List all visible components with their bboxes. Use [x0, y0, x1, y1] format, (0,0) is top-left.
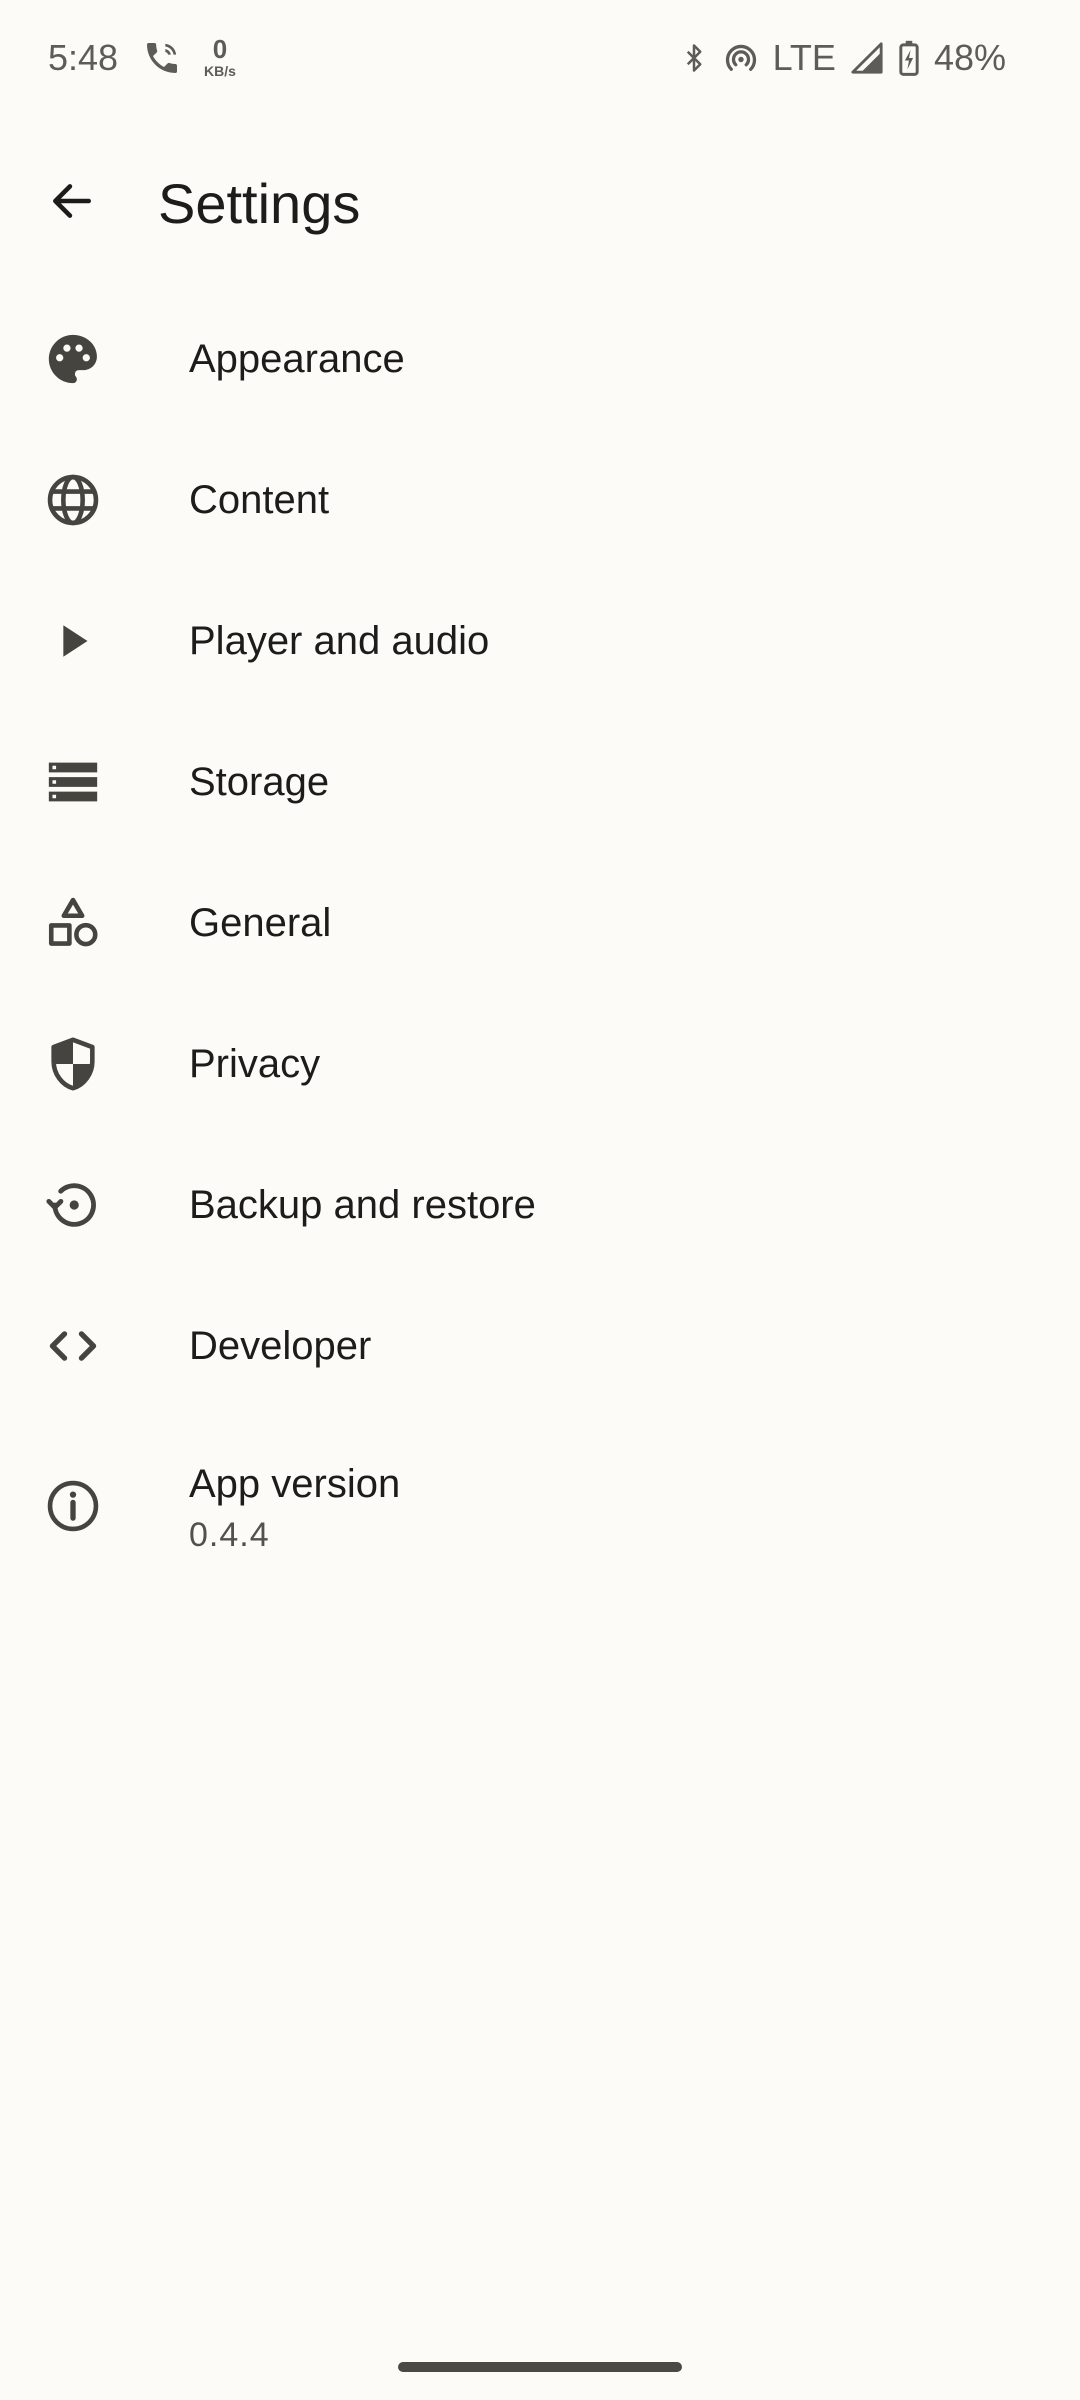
code-icon [40, 1313, 106, 1379]
net-speed-indicator: 0 KB/s [204, 34, 236, 79]
restore-icon [40, 1172, 106, 1238]
signal-icon [850, 41, 884, 75]
settings-item-label: Privacy [189, 1041, 321, 1086]
settings-item-label: Appearance [189, 336, 405, 381]
status-bar: 5:48 0 KB/s LTE 48% [0, 0, 1080, 118]
settings-item-general[interactable]: General [0, 852, 1080, 993]
settings-item-label: Backup and restore [189, 1182, 536, 1227]
arrow-back-icon [47, 176, 97, 231]
wifi-call-icon [142, 38, 182, 78]
gesture-nav-handle[interactable] [398, 2362, 682, 2372]
hotspot-icon [723, 40, 759, 76]
settings-item-label: Player and audio [189, 618, 490, 663]
settings-item-label: Developer [189, 1323, 372, 1368]
back-button[interactable] [24, 171, 120, 235]
battery-percent: 48% [933, 37, 1006, 78]
battery-charging-icon [898, 40, 920, 76]
settings-item-developer[interactable]: Developer [0, 1275, 1080, 1416]
settings-list: Appearance Content Player and audio Stor… [0, 288, 1080, 1596]
palette-icon [40, 326, 106, 392]
app-bar: Settings [0, 148, 1080, 258]
settings-item-player-audio[interactable]: Player and audio [0, 570, 1080, 711]
page-title: Settings [158, 172, 361, 235]
bluetooth-icon [679, 40, 709, 76]
status-time: 5:48 [48, 37, 119, 78]
settings-item-content[interactable]: Content [0, 429, 1080, 570]
settings-item-backup-restore[interactable]: Backup and restore [0, 1134, 1080, 1275]
play-icon [40, 608, 106, 674]
settings-item-privacy[interactable]: Privacy [0, 993, 1080, 1134]
info-icon [40, 1473, 106, 1539]
shapes-icon [40, 890, 106, 956]
settings-item-storage[interactable]: Storage [0, 711, 1080, 852]
settings-item-label: Storage [189, 759, 330, 804]
settings-item-label: General [189, 900, 332, 945]
settings-item-app-version[interactable]: App version 0.4.4 [0, 1416, 1080, 1596]
app-version-value: 0.4.4 [189, 1516, 270, 1554]
settings-item-label: App version [189, 1462, 401, 1506]
status-icons: LTE 48% [679, 36, 1006, 80]
settings-item-label: Content [189, 477, 330, 522]
globe-icon [40, 467, 106, 533]
shield-icon [40, 1031, 106, 1097]
network-type: LTE [772, 37, 836, 78]
storage-icon [40, 749, 106, 815]
settings-item-appearance[interactable]: Appearance [0, 288, 1080, 429]
